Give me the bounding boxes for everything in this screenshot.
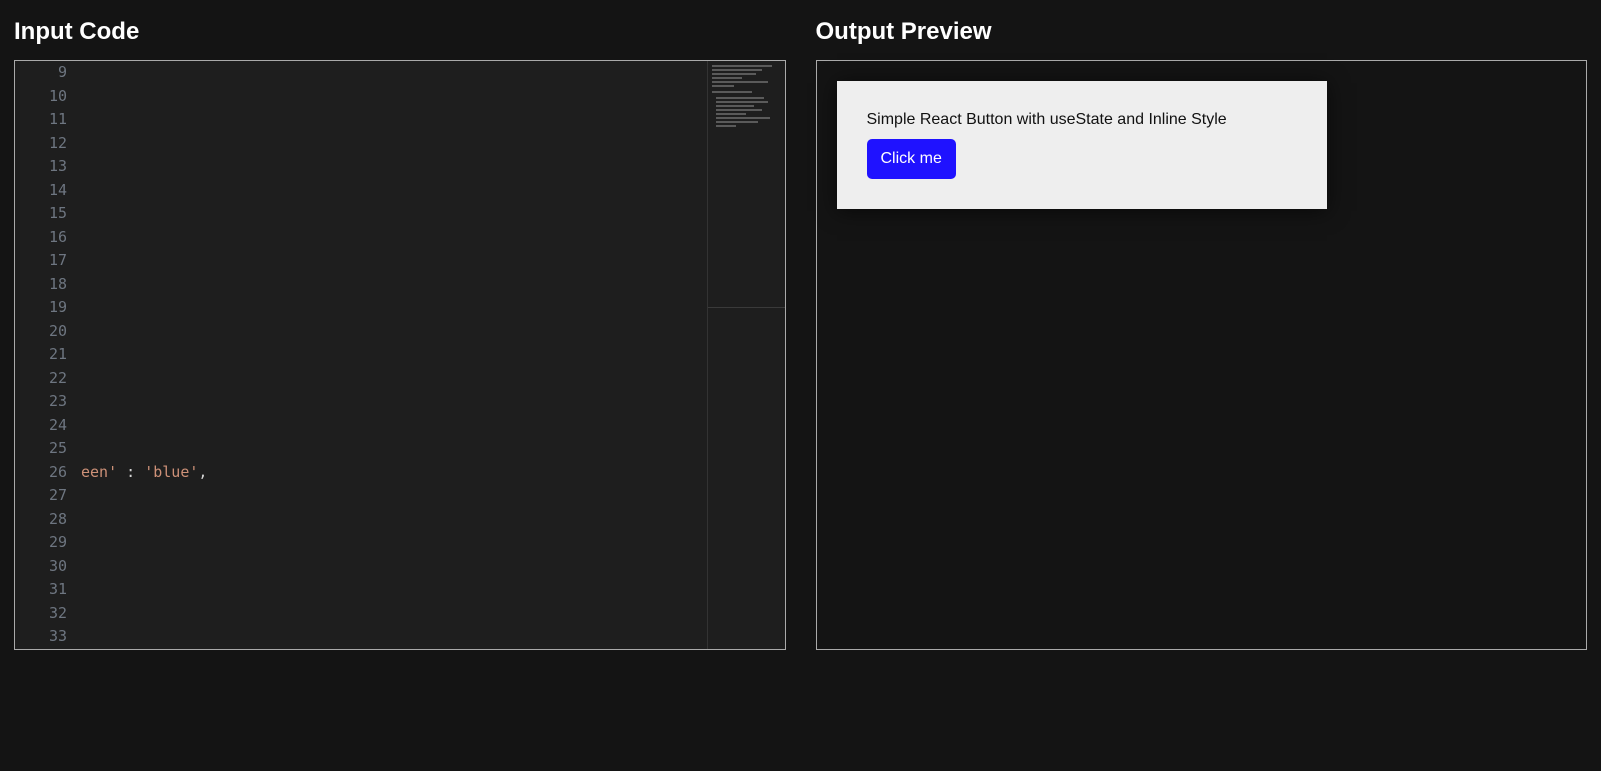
output-preview-panel: Output Preview Simple React Button with … bbox=[816, 0, 1588, 650]
output-preview-frame: Simple React Button with useState and In… bbox=[816, 60, 1588, 650]
line-number: 11 bbox=[15, 108, 67, 132]
line-number: 19 bbox=[15, 296, 67, 320]
line-number: 23 bbox=[15, 390, 67, 414]
line-number: 12 bbox=[15, 132, 67, 156]
line-number: 17 bbox=[15, 249, 67, 273]
line-number: 20 bbox=[15, 320, 67, 344]
input-code-panel: Input Code 9 10 11 12 13 14 15 16 17 18 … bbox=[14, 0, 786, 650]
line-number: 26 bbox=[15, 461, 67, 485]
preview-heading: Simple React Button with useState and In… bbox=[867, 111, 1297, 129]
line-number: 21 bbox=[15, 343, 67, 367]
code-editor[interactable]: 9 10 11 12 13 14 15 16 17 18 19 20 21 22… bbox=[14, 60, 786, 650]
line-number: 29 bbox=[15, 531, 67, 555]
line-number: 10 bbox=[15, 85, 67, 109]
line-number: 32 bbox=[15, 602, 67, 626]
line-number: 22 bbox=[15, 367, 67, 391]
line-number: 27 bbox=[15, 484, 67, 508]
line-number: 18 bbox=[15, 273, 67, 297]
line-number: 30 bbox=[15, 555, 67, 579]
line-number: 9 bbox=[15, 61, 67, 85]
minimap[interactable] bbox=[707, 61, 785, 649]
line-number: 15 bbox=[15, 202, 67, 226]
line-number: 13 bbox=[15, 155, 67, 179]
line-number: 24 bbox=[15, 414, 67, 438]
line-number: 16 bbox=[15, 226, 67, 250]
click-me-button[interactable]: Click me bbox=[867, 139, 956, 179]
line-number: 14 bbox=[15, 179, 67, 203]
line-number-gutter: 9 10 11 12 13 14 15 16 17 18 19 20 21 22… bbox=[15, 61, 81, 649]
code-line-14[interactable]: een' : 'blue', bbox=[81, 461, 785, 485]
output-preview-title: Output Preview bbox=[816, 18, 1588, 46]
preview-card: Simple React Button with useState and In… bbox=[837, 81, 1327, 209]
line-number: 31 bbox=[15, 578, 67, 602]
input-code-title: Input Code bbox=[14, 18, 786, 46]
line-number: 25 bbox=[15, 437, 67, 461]
code-text-area[interactable]: een' : 'blue', op:'20px',marginLeft:'20p… bbox=[81, 61, 785, 649]
line-number: 33 bbox=[15, 625, 67, 649]
line-number: 28 bbox=[15, 508, 67, 532]
